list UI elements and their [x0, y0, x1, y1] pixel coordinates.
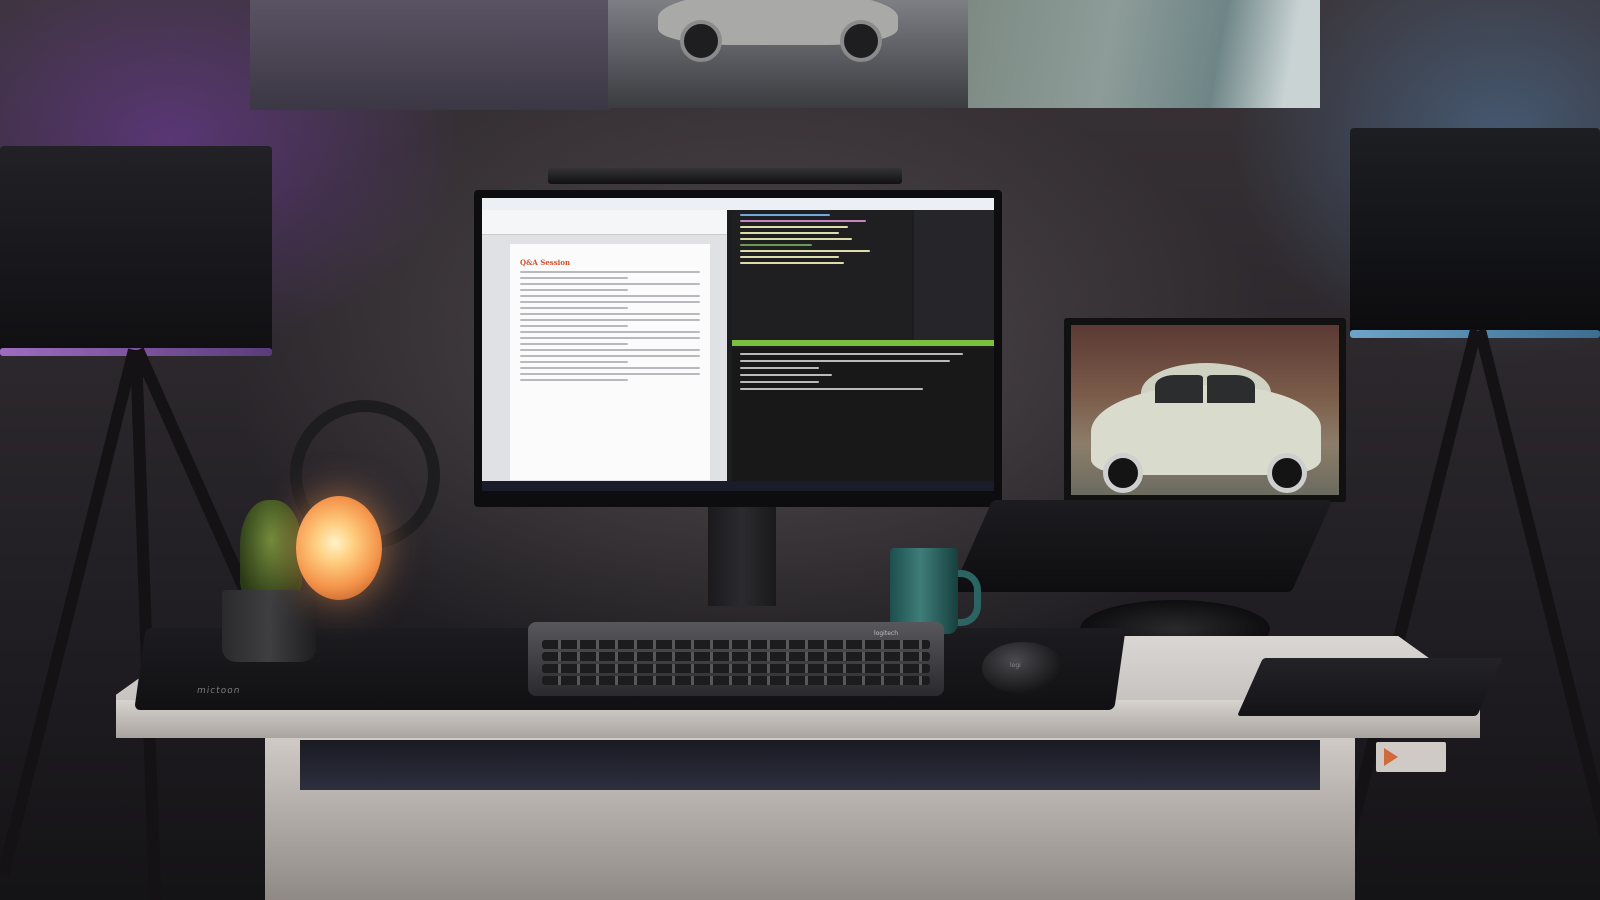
left-lamp-shade	[0, 146, 272, 356]
desk-cable-tray	[300, 740, 1320, 790]
taskbar	[482, 481, 994, 491]
terminal-pane	[732, 348, 994, 481]
pdf-text-line	[520, 373, 700, 375]
moon-lamp	[296, 496, 382, 600]
desk-scene-photo: Q&A Session mictoon logitech logi	[0, 0, 1600, 900]
code-line	[740, 256, 839, 258]
car-wheel	[1267, 453, 1307, 493]
pdf-text-line	[520, 277, 628, 279]
monitor: Q&A Session	[474, 190, 1002, 507]
key-row	[542, 652, 930, 661]
car-wheel	[1103, 453, 1143, 493]
code-line	[740, 238, 852, 240]
code-line	[740, 262, 845, 264]
code-editor-pane	[732, 210, 912, 340]
pdf-text-line	[520, 379, 628, 381]
code-line	[740, 220, 866, 222]
terminal-line	[740, 353, 963, 355]
socket-arrow-icon	[1384, 748, 1398, 766]
pdf-page: Q&A Session	[510, 244, 710, 480]
mouse-logo: logi	[1010, 662, 1021, 669]
wall-socket	[1376, 742, 1446, 772]
right-lamp-shade	[1350, 128, 1600, 338]
key-row	[542, 640, 930, 649]
editor-status-bar	[732, 340, 994, 346]
key-row	[542, 664, 930, 673]
keyboard-logo: logitech	[874, 630, 898, 637]
notebook	[1237, 658, 1503, 716]
mouse: logi	[982, 642, 1064, 694]
poster-car-wheel	[680, 20, 722, 62]
terminal-line	[740, 360, 950, 362]
keyboard: logitech	[528, 622, 944, 696]
pdf-text-line	[520, 301, 700, 303]
terminal-line	[740, 367, 819, 369]
window-titlebar	[482, 198, 994, 210]
key-row	[542, 676, 930, 685]
pdf-text-line	[520, 361, 628, 363]
pdf-text-line	[520, 355, 700, 357]
desk-mat-logo: mictoon	[196, 686, 242, 696]
pdf-heading: Q&A Session	[520, 258, 571, 267]
pdf-text-line	[520, 295, 700, 297]
pdf-text-line	[520, 337, 700, 339]
code-line	[740, 226, 848, 228]
pdf-text-line	[520, 271, 700, 273]
right-lamp-leg	[1474, 328, 1600, 875]
car-window	[1155, 375, 1203, 403]
code-line	[740, 232, 839, 234]
pdf-text-line	[520, 313, 700, 315]
pdf-text-line	[520, 367, 700, 369]
wall-poster-car	[608, 0, 968, 108]
plant-pot	[222, 590, 316, 662]
monitor-stand	[708, 506, 776, 606]
pdf-text-line	[520, 307, 628, 309]
code-line	[740, 244, 812, 246]
car-window	[1207, 375, 1255, 403]
laptop-keyboard	[951, 500, 1333, 592]
file-explorer-pane	[914, 210, 994, 340]
code-line	[740, 214, 830, 216]
wall-poster-left	[250, 0, 610, 110]
pdf-reader-pane: Q&A Session	[482, 210, 727, 481]
pdf-text-line	[520, 343, 628, 345]
left-lamp-leg	[0, 348, 140, 876]
pdf-text-line	[520, 349, 700, 351]
right-lamp-leg	[1334, 328, 1482, 875]
left-lamp-leg	[130, 349, 162, 900]
pdf-text-line	[520, 325, 628, 327]
laptop-screen	[1064, 318, 1346, 502]
pdf-text-line	[520, 283, 700, 285]
terminal-line	[740, 388, 924, 390]
monitor-light-bar	[548, 168, 902, 184]
pdf-text-line	[520, 331, 700, 333]
pdf-text-line	[520, 289, 628, 291]
monitor-screen: Q&A Session	[482, 198, 994, 491]
poster-car-wheel	[840, 20, 882, 62]
cactus-plant	[240, 500, 302, 600]
laptop-wallpaper-car	[1071, 325, 1339, 495]
terminal-line	[740, 381, 819, 383]
wall-poster-beach	[968, 0, 1320, 108]
pdf-toolbar	[482, 210, 727, 235]
terminal-line	[740, 374, 832, 376]
code-line	[740, 250, 870, 252]
pdf-text-line	[520, 319, 700, 321]
